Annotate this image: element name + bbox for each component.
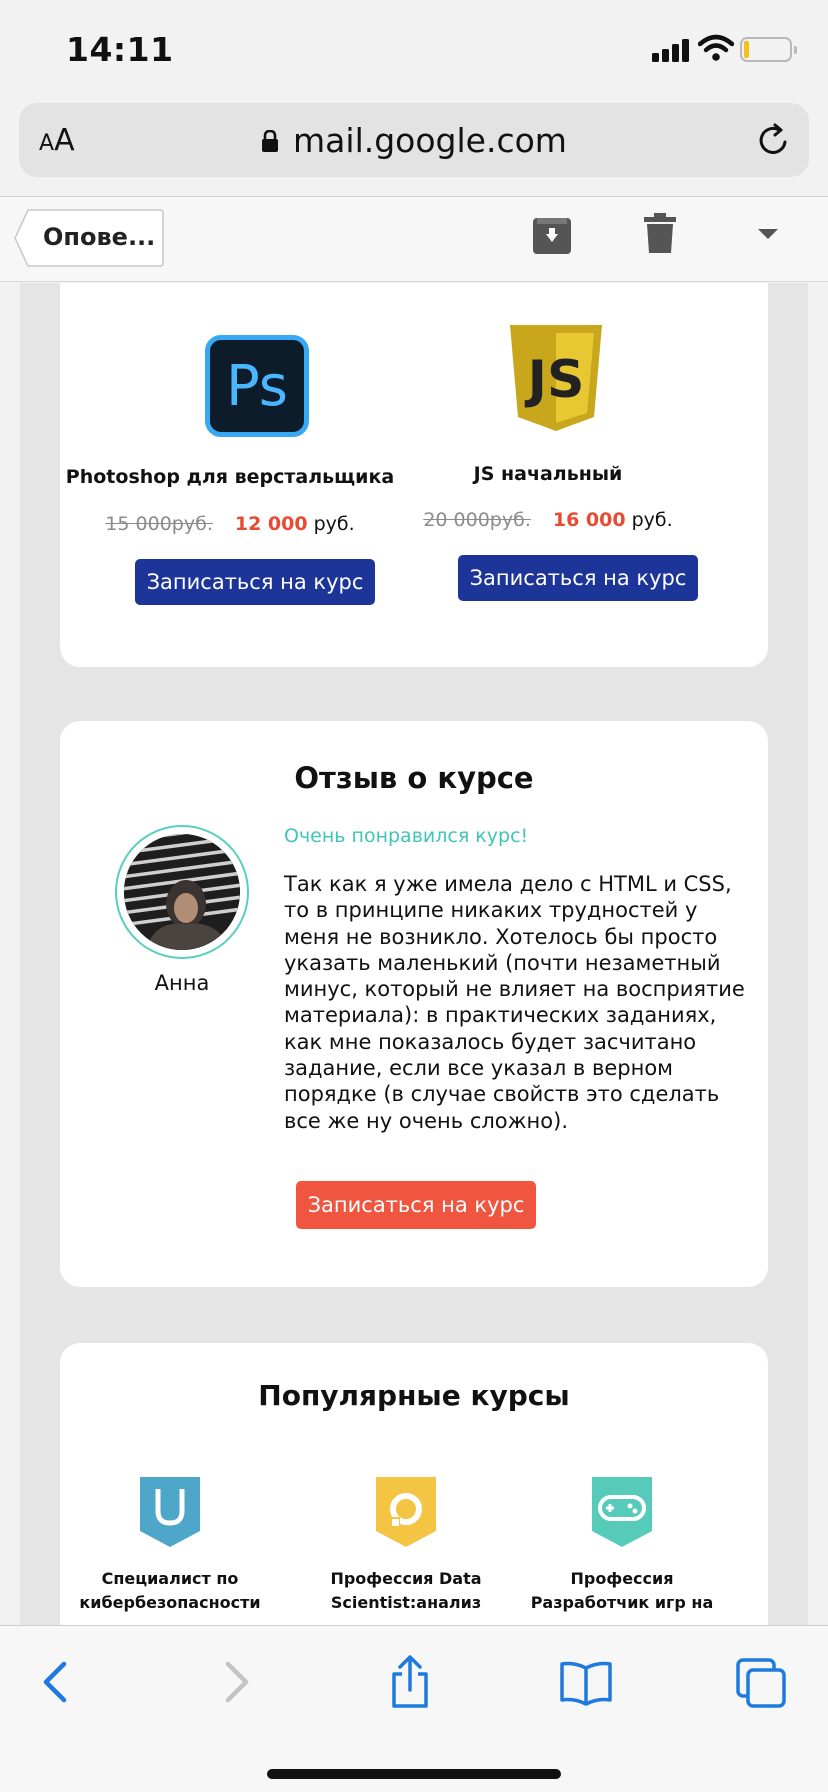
status-bar: 14:11 xyxy=(0,0,828,98)
course-title: Photoshop для верстальщика xyxy=(65,466,395,488)
new-price: 16 000 xyxy=(552,509,626,531)
enroll-button[interactable]: Записаться на курс xyxy=(135,559,375,605)
shield-icon xyxy=(140,1477,200,1547)
bookmarks-icon[interactable] xyxy=(558,1654,614,1710)
enroll-button[interactable]: Записаться на курс xyxy=(458,555,698,601)
gamepad-icon xyxy=(592,1477,652,1547)
course-title: JS начальный xyxy=(473,463,623,485)
home-indicator xyxy=(267,1769,561,1779)
svg-text:JS: JS xyxy=(525,350,585,410)
review-subtitle: Очень понравился курс! xyxy=(284,825,529,847)
new-price: 12 000 xyxy=(234,513,308,535)
share-icon[interactable] xyxy=(382,1654,438,1710)
back-arrow-icon[interactable] xyxy=(30,1654,86,1710)
currency: руб. xyxy=(313,513,355,535)
avatar-photo xyxy=(124,834,240,950)
old-price: 20 000руб. xyxy=(423,509,531,531)
browser-bottom-toolbar xyxy=(0,1625,828,1792)
more-dropdown-icon[interactable] xyxy=(756,225,780,241)
wifi-icon xyxy=(698,34,734,61)
back-to-inbox-button[interactable]: Опове... xyxy=(14,209,164,267)
popular-course-name: Профессия Data Scientist:анализ xyxy=(330,1569,482,1612)
tabs-icon[interactable] xyxy=(734,1654,790,1710)
old-price: 15 000руб. xyxy=(105,513,213,535)
back-label: Опове... xyxy=(43,223,156,251)
signal-icon xyxy=(652,38,690,62)
review-text: Так как я уже имела дело с HTML и CSS, т… xyxy=(284,872,745,1133)
address-bar[interactable]: AA mail.google.com xyxy=(19,103,809,177)
mail-toolbar: Опове... xyxy=(0,196,828,282)
battery-icon xyxy=(740,37,797,62)
currency: руб. xyxy=(631,509,673,531)
review-card: Отзыв о курсе Анна Очень понравился курс… xyxy=(60,721,768,1287)
forward-arrow-icon[interactable] xyxy=(208,1654,264,1710)
lock-icon xyxy=(262,130,279,152)
popular-course-name: Профессия Разработчик игр на xyxy=(530,1569,714,1612)
status-time: 14:11 xyxy=(66,30,174,69)
popular-courses-card: Популярные курсы Специалист по кибербезо… xyxy=(60,1343,768,1625)
url-text[interactable]: mail.google.com xyxy=(293,121,567,160)
popular-course-name: Специалист по кибербезопасности xyxy=(79,1569,261,1612)
price-row: 20 000руб. 16 000 руб. xyxy=(378,509,718,531)
enroll-button[interactable]: Записаться на курс xyxy=(296,1181,536,1229)
courses-card: Ps Photoshop для верстальщика 15 000руб.… xyxy=(60,283,768,667)
reviewer-name: Анна xyxy=(154,971,210,995)
review-heading: Отзыв о курсе xyxy=(294,761,534,795)
archive-icon[interactable] xyxy=(532,215,572,255)
data-science-icon xyxy=(376,1477,436,1547)
javascript-logo: JS xyxy=(510,325,602,431)
email-body[interactable]: Ps Photoshop для верстальщика 15 000руб.… xyxy=(20,283,808,1625)
reload-icon[interactable] xyxy=(755,121,793,159)
trash-icon[interactable] xyxy=(644,213,676,253)
popular-heading: Популярные курсы xyxy=(258,1379,570,1412)
price-row: 15 000руб. 12 000 руб. xyxy=(60,513,400,535)
photoshop-logo: Ps xyxy=(205,335,309,437)
avatar xyxy=(115,825,249,959)
